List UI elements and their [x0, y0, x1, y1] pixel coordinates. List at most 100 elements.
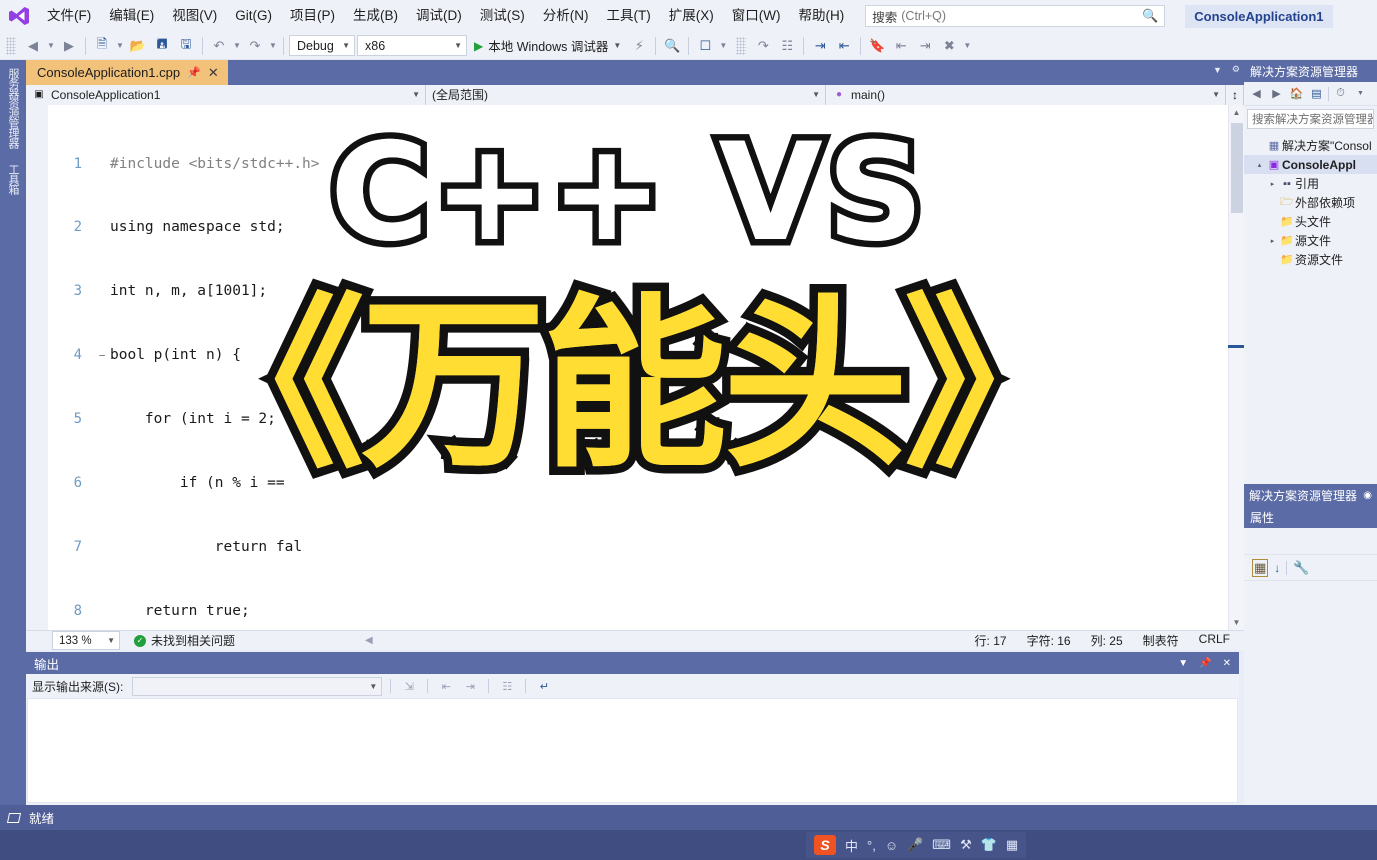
- split-view-icon[interactable]: ↕: [1226, 84, 1244, 105]
- toolbox-icon[interactable]: ⚒: [960, 837, 972, 853]
- menu-edit[interactable]: 编辑(E): [100, 0, 163, 32]
- redo-dropdown-icon[interactable]: ▼: [268, 35, 278, 57]
- menu-extensions[interactable]: 扩展(X): [660, 0, 723, 32]
- pin-icon[interactable]: 📌: [187, 66, 201, 79]
- clear-all-icon[interactable]: ☷: [497, 676, 517, 696]
- save-all-icon[interactable]: 🖫: [175, 35, 197, 57]
- tree-node-header-files[interactable]: 📁 头文件: [1244, 212, 1377, 231]
- preview-window-icon[interactable]: ☐: [694, 35, 716, 57]
- chevron-down-icon[interactable]: ▼: [1352, 85, 1369, 102]
- solution-config-select[interactable]: Debug ▼: [289, 35, 355, 56]
- fold-glyph[interactable]: −: [94, 345, 110, 366]
- close-icon[interactable]: ✕: [208, 65, 219, 81]
- menu-window[interactable]: 窗口(W): [723, 0, 790, 32]
- twisty-icon[interactable]: ▸: [1266, 237, 1279, 245]
- bookmark-icon[interactable]: 🔖: [866, 35, 888, 57]
- bookmark-prev-icon[interactable]: ⇤: [890, 35, 912, 57]
- tree-node-external-deps[interactable]: 🗁 外部依赖项: [1244, 193, 1377, 212]
- solution-explorer-search-input[interactable]: 搜索解决方案资源管理器: [1247, 109, 1374, 129]
- nav-member-select[interactable]: ● main() ▼: [826, 84, 1226, 105]
- mic-icon[interactable]: 🎤: [907, 837, 923, 853]
- menu-view[interactable]: 视图(V): [163, 0, 226, 32]
- editor-vertical-scrollbar[interactable]: ▲ ▼: [1228, 105, 1244, 630]
- sidebar-tab-server-explorer[interactable]: 服务器资源管理器: [0, 60, 26, 156]
- undo-dropdown-icon[interactable]: ▼: [232, 35, 242, 57]
- find-icon[interactable]: 🔍: [661, 35, 683, 57]
- scrollbar-thumb[interactable]: [1231, 123, 1243, 213]
- preview-dropdown-icon[interactable]: ▼: [718, 35, 728, 57]
- menu-build[interactable]: 生成(B): [344, 0, 407, 32]
- nav-scope-select[interactable]: (全局范围) ▼: [426, 84, 826, 105]
- menu-test[interactable]: 测试(S): [471, 0, 534, 32]
- fold-glyph[interactable]: [94, 409, 110, 430]
- categorized-icon[interactable]: ▦: [1252, 558, 1269, 577]
- nav-project-select[interactable]: ▣ ConsoleApplication1 ▼: [26, 84, 426, 105]
- back-icon[interactable]: ◀: [1248, 85, 1265, 102]
- menu-analyze[interactable]: 分析(N): [534, 0, 598, 32]
- document-tab-consoleapplication1-cpp[interactable]: ConsoleApplication1.cpp 📌 ✕: [26, 60, 228, 85]
- emoji-icon[interactable]: ☺: [885, 838, 898, 853]
- active-project-chip[interactable]: ConsoleApplication1: [1185, 4, 1333, 28]
- outdent-icon[interactable]: ⇤: [833, 35, 855, 57]
- skin-icon[interactable]: 👕: [981, 837, 997, 853]
- line-ending[interactable]: CRLF: [1199, 632, 1230, 649]
- close-icon[interactable]: ✕: [1223, 658, 1231, 669]
- apps-icon[interactable]: ▦: [1006, 837, 1018, 853]
- solution-platform-select[interactable]: x86 ▼: [357, 35, 467, 56]
- solution-explorer-tab[interactable]: 解决方案资源管理器 ◉: [1244, 484, 1377, 506]
- menu-file[interactable]: 文件(F): [38, 0, 100, 32]
- editor-settings-gear-icon[interactable]: ⚙: [1232, 64, 1240, 75]
- fold-glyph[interactable]: [94, 217, 110, 238]
- global-search-input[interactable]: 搜索 (Ctrl+Q) 🔍: [865, 5, 1166, 27]
- bookmark-clear-icon[interactable]: ✖: [938, 35, 960, 57]
- menu-tools[interactable]: 工具(T): [598, 0, 660, 32]
- tree-node-resource-files[interactable]: 📁 资源文件: [1244, 250, 1377, 269]
- forward-icon[interactable]: ▶: [1268, 85, 1285, 102]
- new-item-icon[interactable]: 🗎: [91, 35, 113, 57]
- bookmark-next-icon[interactable]: ⇥: [914, 35, 936, 57]
- fold-glyph[interactable]: [94, 473, 110, 494]
- ime-mode-label[interactable]: 中: [845, 836, 858, 855]
- comment-icon[interactable]: ☷: [776, 35, 798, 57]
- hot-reload-icon[interactable]: ⚡: [628, 35, 650, 57]
- menu-debug[interactable]: 调试(D): [407, 0, 471, 32]
- sync-with-editor-icon[interactable]: ▤: [1308, 85, 1325, 102]
- pending-changes-icon[interactable]: ⏱: [1332, 85, 1349, 102]
- fold-glyph[interactable]: [94, 154, 110, 175]
- word-wrap-icon[interactable]: ↵: [534, 676, 554, 696]
- find-prev-icon[interactable]: ⇤: [436, 676, 456, 696]
- start-debug-button[interactable]: ▶ 本地 Windows 调试器 ▼: [469, 35, 626, 57]
- keyboard-icon[interactable]: ⌨: [932, 837, 951, 853]
- problems-nav-icon[interactable]: ◀: [365, 635, 373, 646]
- save-icon[interactable]: 🖪: [151, 35, 173, 57]
- twisty-icon[interactable]: ▸: [1266, 180, 1279, 188]
- tab-list-chevron-icon[interactable]: ▼: [1213, 65, 1222, 75]
- ime-punctuation-label[interactable]: °,: [867, 838, 876, 853]
- home-icon[interactable]: 🏠: [1288, 85, 1305, 102]
- tree-node-solution[interactable]: ▦ 解决方案"Consol: [1244, 136, 1377, 155]
- find-next-icon[interactable]: ⇥: [460, 676, 480, 696]
- toolbar-overflow-icon[interactable]: ▼: [962, 35, 972, 57]
- tabs-mode[interactable]: 制表符: [1143, 632, 1179, 649]
- undo-icon[interactable]: ↶: [208, 35, 230, 57]
- new-item-dropdown-icon[interactable]: ▼: [115, 35, 125, 57]
- toolbar-grip-2[interactable]: [736, 36, 747, 55]
- redo-icon[interactable]: ↷: [244, 35, 266, 57]
- arrow-forward-icon[interactable]: ▶: [58, 35, 80, 57]
- code-editor[interactable]: 1 #include <bits/stdc++.h> 2 using namespa…: [26, 105, 1244, 630]
- team-explorer-icon[interactable]: ◉: [1363, 490, 1372, 501]
- goto-icon[interactable]: ⇲: [399, 676, 419, 696]
- fold-glyph[interactable]: [94, 537, 110, 558]
- scroll-up-icon[interactable]: ▲: [1229, 105, 1244, 120]
- problems-indicator[interactable]: ✓ 未找到相关问题: [134, 632, 235, 649]
- twisty-icon[interactable]: ▴: [1253, 161, 1266, 169]
- indent-icon[interactable]: ⇥: [809, 35, 831, 57]
- back-dropdown-icon[interactable]: ▼: [46, 35, 56, 57]
- tree-node-references[interactable]: ▸ ▪▪ 引用: [1244, 174, 1377, 193]
- open-folder-icon[interactable]: 📂: [127, 35, 149, 57]
- tree-node-project[interactable]: ▴ ▣ ConsoleAppl: [1244, 155, 1377, 174]
- alphabetical-icon[interactable]: ↓: [1274, 561, 1280, 575]
- property-pages-icon[interactable]: 🔧: [1293, 560, 1309, 576]
- toolbar-grip[interactable]: [6, 36, 16, 55]
- output-text-area[interactable]: [27, 698, 1238, 803]
